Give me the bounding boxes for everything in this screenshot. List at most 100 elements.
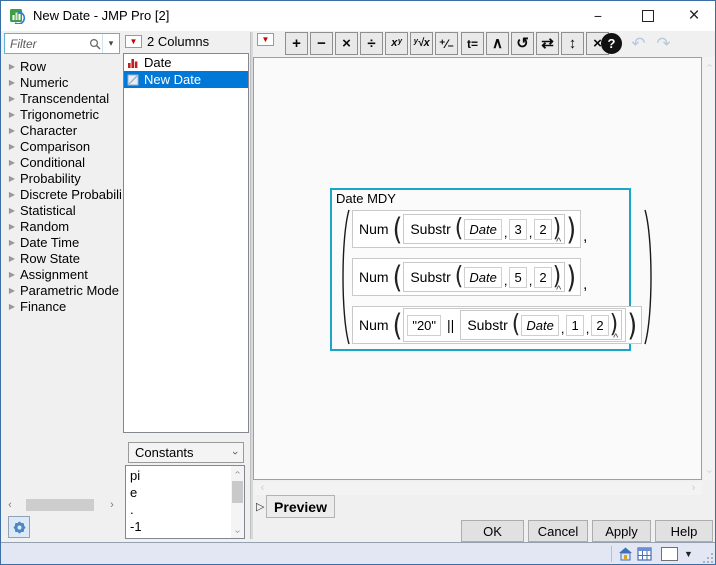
string-term[interactable]: "20"	[407, 314, 442, 336]
function-category-statistical[interactable]: ▶ Statistical	[4, 202, 121, 218]
home-window-icon[interactable]	[618, 547, 633, 561]
function-category-comparison[interactable]: ▶ Comparison	[4, 138, 121, 154]
filter-dropdown-button[interactable]: ▾	[102, 34, 119, 53]
number-term[interactable]: 5	[509, 266, 527, 288]
category-label: Conditional	[20, 154, 86, 170]
substr-term[interactable]: Substr ( Date , 3 , 2 ) ^	[403, 214, 566, 248]
column-item-date[interactable]: Date	[124, 54, 248, 71]
scroll-down-icon[interactable]: ›	[703, 465, 715, 478]
number-term[interactable]: 3	[509, 218, 527, 240]
function-category-numeric[interactable]: ▶ Numeric	[4, 74, 121, 90]
constant-label: -1	[130, 519, 142, 534]
function-category-discrete-probability[interactable]: ▶ Discrete Probabili	[4, 186, 121, 202]
close-button[interactable]: ×	[671, 1, 715, 31]
data-table-icon[interactable]	[637, 547, 652, 561]
function-category-parametric-model[interactable]: ▶ Parametric Mode	[4, 282, 121, 298]
unary-sign-button[interactable]: ⁺⁄₋	[435, 32, 458, 55]
expand-triangle-icon: ▶	[8, 141, 16, 151]
statusbar-dropdown-icon[interactable]: ▼	[684, 549, 693, 559]
function-category-random[interactable]: ▶ Random	[4, 218, 121, 234]
dynamic-reference-button[interactable]: ↺	[511, 32, 534, 55]
canvas-hscrollbar[interactable]: ‹ ›	[254, 482, 702, 495]
subtract-button[interactable]: −	[310, 32, 333, 55]
redo-button[interactable]: ↷	[652, 32, 675, 55]
function-category-date-time[interactable]: ▶ Date Time	[4, 234, 121, 250]
constants-vscrollbar[interactable]: › ›	[231, 466, 244, 538]
function-category-finance[interactable]: ▶ Finance	[4, 298, 121, 314]
number-term[interactable]: 2	[534, 218, 552, 240]
maximize-button[interactable]	[625, 1, 671, 31]
function-category-assignment[interactable]: ▶ Assignment	[4, 266, 121, 282]
constant-item-e[interactable]: e	[126, 484, 231, 501]
apply-button[interactable]: Apply	[592, 520, 651, 542]
concat-term[interactable]: "20" || Substr ( Date , 1 , 2 ) ^	[403, 308, 627, 344]
invert-expression-button[interactable]: ↕	[561, 32, 584, 55]
function-category-transcendental[interactable]: ▶ Transcendental	[4, 90, 121, 106]
scroll-right-icon[interactable]: ›	[687, 482, 700, 495]
multiply-button[interactable]: ×	[335, 32, 358, 55]
canvas-vscrollbar[interactable]: › ›	[703, 57, 715, 480]
scroll-down-icon[interactable]: ›	[231, 525, 244, 538]
toolbar-editing-group: t= ∧ ↺ ⇄ ↕ ×	[461, 32, 609, 55]
constant-item-pi[interactable]: pi	[126, 467, 231, 484]
num-term[interactable]: Num ( Substr ( Date , 5 , 2 ) ^)	[352, 258, 582, 296]
constant-item-neg1[interactable]: -1	[126, 518, 231, 535]
substr-term[interactable]: Substr ( Date , 1 , 2 ) ^	[460, 310, 623, 344]
function-category-conditional[interactable]: ▶ Conditional	[4, 154, 121, 170]
formula-expression-selected[interactable]: Date MDY Num ( Substr ( Date , 3 , 2) ^…	[330, 188, 652, 351]
preview-button[interactable]: Preview	[266, 495, 335, 518]
ok-button[interactable]: OK	[461, 520, 524, 542]
help-button-toolbar[interactable]: ?	[601, 33, 622, 54]
num-term[interactable]: Num ( Substr ( Date , 3 , 2 ) ^)	[352, 210, 582, 248]
minimize-button[interactable]: −	[575, 1, 621, 31]
category-label: Assignment	[20, 266, 88, 282]
cancel-button[interactable]: Cancel	[528, 520, 588, 542]
hscroll-thumb[interactable]	[26, 499, 94, 511]
num-term[interactable]: Num ( "20" || Substr ( Date , 1 , 2) ^ …	[352, 306, 643, 344]
statusbar-separator	[611, 546, 612, 562]
columns-menu-button[interactable]: ▼	[125, 35, 142, 48]
add-button[interactable]: +	[285, 32, 308, 55]
function-category-probability[interactable]: ▶ Probability	[4, 170, 121, 186]
constants-dropdown[interactable]: Constants ›	[128, 442, 244, 463]
scroll-left-icon[interactable]: ‹	[4, 498, 16, 512]
number-term[interactable]: 2	[591, 314, 609, 336]
constant-item-dot[interactable]: .	[126, 501, 231, 518]
scroll-left-icon[interactable]: ‹	[256, 482, 269, 495]
root-button[interactable]: ʸ√x	[410, 32, 433, 55]
settings-button[interactable]	[8, 516, 30, 538]
column-ref-term[interactable]: Date	[464, 218, 502, 240]
scroll-up-icon[interactable]: ›	[231, 466, 244, 479]
local-variable-button[interactable]: t=	[461, 32, 484, 55]
undo-button[interactable]: ↶	[627, 32, 650, 55]
formula-editor-menu-button[interactable]: ▼	[257, 33, 274, 46]
column-ref-term[interactable]: Date	[464, 266, 502, 288]
scroll-right-icon[interactable]: ›	[106, 498, 118, 512]
function-category-row-state[interactable]: ▶ Row State	[4, 250, 121, 266]
color-swatch[interactable]	[661, 547, 678, 561]
power-icon: xʸ	[391, 37, 402, 49]
column-ref-term[interactable]: Date	[521, 314, 559, 336]
vscroll-thumb[interactable]	[232, 481, 243, 503]
comma: ,	[528, 225, 533, 240]
divide-button[interactable]: ÷	[360, 32, 383, 55]
column-item-new-date[interactable]: New Date	[124, 71, 248, 88]
function-category-character[interactable]: ▶ Character	[4, 122, 121, 138]
function-category-trigonometric[interactable]: ▶ Trigonometric	[4, 106, 121, 122]
swap-terms-button[interactable]: ⇄	[536, 32, 559, 55]
scroll-up-icon[interactable]: ›	[703, 59, 715, 72]
number-term[interactable]: 1	[566, 314, 584, 336]
formula-function-name[interactable]: Date MDY	[336, 191, 396, 206]
expand-triangle-icon: ▶	[8, 237, 16, 247]
filter-input[interactable]	[5, 36, 88, 51]
peel-expression-button[interactable]: ∧	[486, 32, 509, 55]
resize-grip[interactable]	[703, 553, 714, 564]
power-button[interactable]: xʸ	[385, 32, 408, 55]
function-category-row[interactable]: ▶ Row	[4, 58, 121, 74]
help-button[interactable]: Help	[655, 520, 713, 542]
number-term[interactable]: 2	[534, 266, 552, 288]
substr-term[interactable]: Substr ( Date , 5 , 2 ) ^	[403, 262, 566, 296]
hscroll-track[interactable]	[16, 498, 106, 512]
preview-expander-icon[interactable]: ▷	[256, 500, 264, 513]
function-list-hscrollbar[interactable]: ‹ ›	[4, 498, 118, 512]
